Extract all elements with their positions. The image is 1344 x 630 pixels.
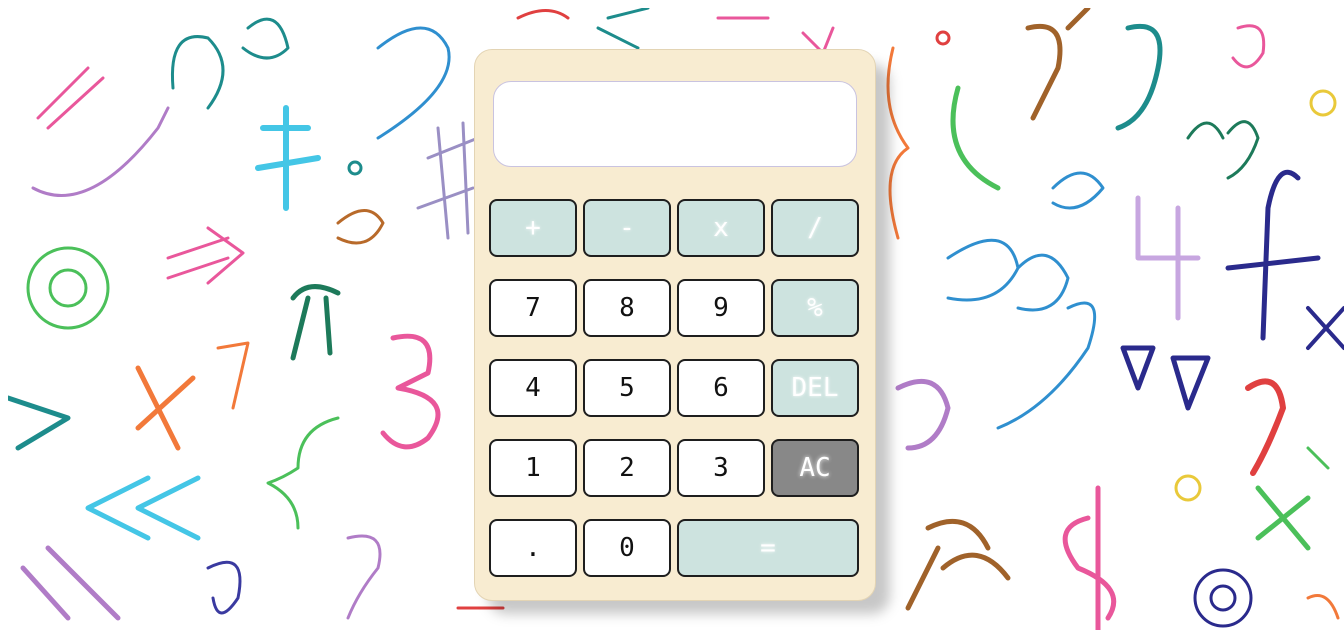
calculator: + - x / 7 8 9 % 4 5 6 DEL 1 2 3 AC . 0 = [474, 49, 876, 601]
delete-button[interactable]: DEL [771, 359, 859, 417]
calculator-display [493, 81, 857, 167]
digit-8-button[interactable]: 8 [583, 279, 671, 337]
digit-3-button[interactable]: 3 [677, 439, 765, 497]
digit-4-button[interactable]: 4 [489, 359, 577, 417]
minus-button[interactable]: - [583, 199, 671, 257]
divide-button[interactable]: / [771, 199, 859, 257]
multiply-button[interactable]: x [677, 199, 765, 257]
digit-2-button[interactable]: 2 [583, 439, 671, 497]
digit-6-button[interactable]: 6 [677, 359, 765, 417]
digit-1-button[interactable]: 1 [489, 439, 577, 497]
all-clear-button[interactable]: AC [771, 439, 859, 497]
equals-button[interactable]: = [677, 519, 859, 577]
digit-9-button[interactable]: 9 [677, 279, 765, 337]
plus-button[interactable]: + [489, 199, 577, 257]
percent-button[interactable]: % [771, 279, 859, 337]
digit-0-button[interactable]: 0 [583, 519, 671, 577]
digit-7-button[interactable]: 7 [489, 279, 577, 337]
decimal-point-button[interactable]: . [489, 519, 577, 577]
digit-5-button[interactable]: 5 [583, 359, 671, 417]
